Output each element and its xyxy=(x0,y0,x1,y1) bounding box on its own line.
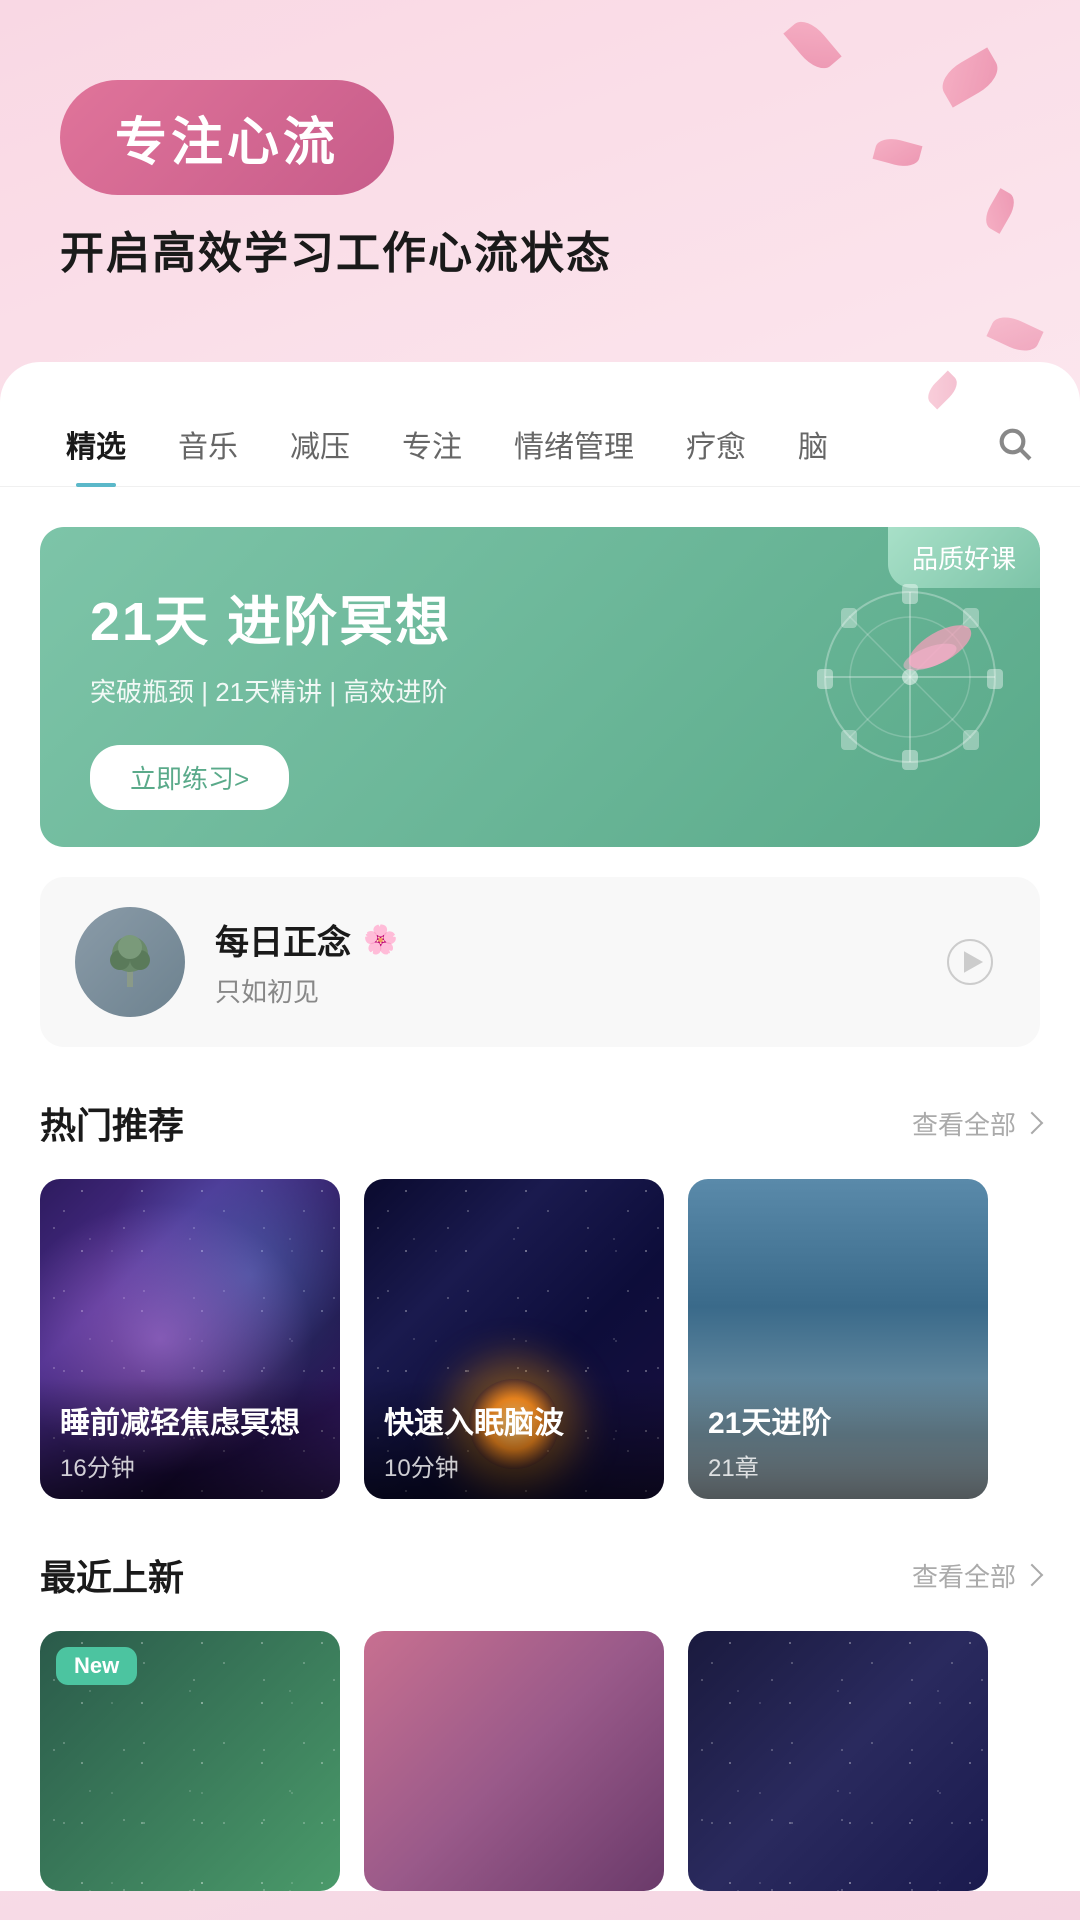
tab-music[interactable]: 音乐 xyxy=(152,402,264,486)
hot-section-more[interactable]: 查看全部 xyxy=(912,1105,1040,1142)
hot-card-3-label: 21天进阶 21章 xyxy=(688,1378,988,1499)
tree-icon xyxy=(100,932,160,992)
hot-card-3[interactable]: 21天进阶 21章 xyxy=(688,1179,988,1499)
search-icon xyxy=(995,424,1035,464)
petal-icon: 🌸 xyxy=(363,923,398,956)
hot-section-title: 热门推荐 xyxy=(40,1097,184,1149)
recent-cards-list: New xyxy=(0,1631,1080,1891)
hero-section: 专注心流 开启高效学习工作心流状态 xyxy=(0,0,1080,322)
tab-stress[interactable]: 减压 xyxy=(264,402,376,486)
tab-jingxuan[interactable]: 精选 xyxy=(40,402,152,486)
banner-decoration xyxy=(810,557,1010,817)
tab-focus[interactable]: 专注 xyxy=(376,402,488,486)
hot-card-1[interactable]: 睡前减轻焦虑冥想 16分钟 xyxy=(40,1179,340,1499)
chevron-right-icon-2 xyxy=(1021,1564,1044,1587)
hot-card-1-title: 睡前减轻焦虑冥想 xyxy=(60,1398,320,1442)
recent-card-2[interactable] xyxy=(364,1631,664,1891)
hot-card-2[interactable]: 快速入眠脑波 10分钟 xyxy=(364,1179,664,1499)
hot-card-3-image: 21天进阶 21章 xyxy=(688,1179,988,1499)
hero-subtitle: 开启高效学习工作心流状态 xyxy=(60,225,1020,282)
hot-card-2-duration: 10分钟 xyxy=(384,1448,644,1483)
hero-badge: 专注心流 xyxy=(60,80,394,195)
daily-info: 每日正念 🌸 只如初见 xyxy=(215,915,905,1009)
tab-brain[interactable]: 脑 xyxy=(772,402,854,486)
hot-card-2-image: 快速入眠脑波 10分钟 xyxy=(364,1179,664,1499)
daily-avatar xyxy=(75,907,185,1017)
new-badge: New xyxy=(56,1647,137,1685)
stars-deep-overlay xyxy=(688,1631,988,1891)
daily-title: 每日正念 🌸 xyxy=(215,915,905,964)
recent-card-2-image xyxy=(364,1631,664,1891)
hot-card-1-duration: 16分钟 xyxy=(60,1448,320,1483)
banner[interactable]: 品质好课 21天 进阶冥想 突破瓶颈 | 21天精讲 | 高效进阶 立即练习> xyxy=(40,527,1040,847)
hot-card-3-title: 21天进阶 xyxy=(708,1398,968,1442)
hot-card-2-label: 快速入眠脑波 10分钟 xyxy=(364,1378,664,1499)
hot-card-1-image: 睡前减轻焦虑冥想 16分钟 xyxy=(40,1179,340,1499)
recent-card-1-image: New xyxy=(40,1631,340,1891)
banner-cta-button[interactable]: 立即练习> xyxy=(90,745,289,810)
daily-subtitle: 只如初见 xyxy=(215,972,905,1009)
daily-mindfulness-card[interactable]: 每日正念 🌸 只如初见 xyxy=(40,877,1040,1047)
hot-cards-list: 睡前减轻焦虑冥想 16分钟 快速入眠脑波 10分钟 21天进阶 21章 xyxy=(0,1179,1080,1499)
tab-emotion[interactable]: 情绪管理 xyxy=(488,402,660,486)
hot-card-2-title: 快速入眠脑波 xyxy=(384,1398,644,1442)
recent-card-1[interactable]: New xyxy=(40,1631,340,1891)
recent-section-title: 最近上新 xyxy=(40,1549,184,1601)
chevron-right-icon xyxy=(1021,1112,1044,1135)
main-card: 精选 音乐 减压 专注 情绪管理 疗愈 脑 品质好课 21天 进阶冥想 突破瓶颈… xyxy=(0,362,1080,1891)
search-button[interactable] xyxy=(990,419,1040,469)
recent-card-3[interactable] xyxy=(688,1631,988,1891)
recent-section-more[interactable]: 查看全部 xyxy=(912,1557,1040,1594)
tab-heal[interactable]: 疗愈 xyxy=(660,402,772,486)
hot-card-3-duration: 21章 xyxy=(708,1448,968,1483)
hot-section-header: 热门推荐 查看全部 xyxy=(0,1097,1080,1149)
play-button[interactable] xyxy=(935,927,1005,997)
tab-navigation: 精选 音乐 减压 专注 情绪管理 疗愈 脑 xyxy=(0,402,1080,487)
recent-section-header: 最近上新 查看全部 xyxy=(0,1549,1080,1601)
recent-card-3-image xyxy=(688,1631,988,1891)
play-icon xyxy=(945,937,995,987)
hot-card-1-label: 睡前减轻焦虑冥想 16分钟 xyxy=(40,1378,340,1499)
